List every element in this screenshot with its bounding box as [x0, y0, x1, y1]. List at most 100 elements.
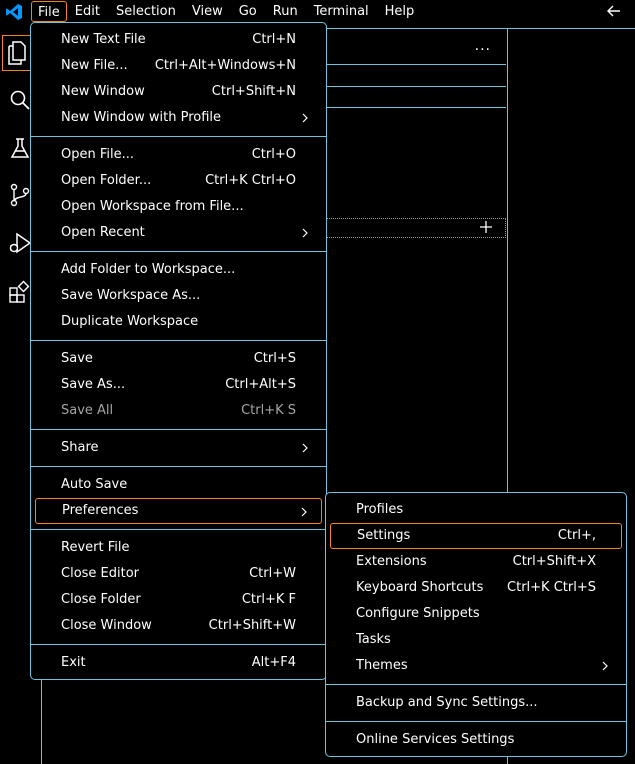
menu-run[interactable]: Run [265, 0, 306, 23]
file-menu-item-share[interactable]: Share [35, 435, 322, 461]
extensions-icon[interactable] [8, 280, 32, 304]
menu-separator [31, 466, 326, 467]
shortcut-label: Ctrl+K Ctrl+O [205, 173, 296, 188]
file-menu-item-duplicate-workspace[interactable]: Duplicate Workspace [35, 309, 322, 335]
menu-item-label: Keyboard Shortcuts [356, 580, 484, 595]
file-menu-item-preferences[interactable]: Preferences [35, 498, 322, 524]
menu-item-label: Save [61, 351, 93, 366]
file-menu-item-open-workspace-from-file[interactable]: Open Workspace from File... [35, 194, 322, 220]
menu-go[interactable]: Go [231, 0, 265, 23]
menu-item-label: Save Workspace As... [61, 288, 201, 303]
menu-separator [31, 136, 326, 137]
preferences-item-settings[interactable]: Settings Ctrl+, [330, 523, 622, 549]
file-menu-item-new-text-file[interactable]: New Text File Ctrl+N [35, 27, 322, 53]
chevron-right-icon [302, 228, 308, 238]
menu-item-label: Preferences [62, 503, 139, 518]
file-menu-item-save-as[interactable]: Save As... Ctrl+Alt+S [35, 372, 322, 398]
file-menu-item-add-folder-to-workspace[interactable]: Add Folder to Workspace... [35, 257, 322, 283]
file-menu-item-save[interactable]: Save Ctrl+S [35, 346, 322, 372]
menu-item-label: Revert File [61, 540, 130, 555]
file-menu-item-open-file[interactable]: Open File... Ctrl+O [35, 142, 322, 168]
shortcut-label: Ctrl+Shift+W [208, 618, 296, 633]
menu-item-label: Save All [61, 403, 114, 418]
shortcut-label: Ctrl+Shift+N [211, 84, 296, 99]
shortcut-label: Ctrl+Alt+Windows+N [154, 58, 296, 73]
file-menu-item-close-editor[interactable]: Close Editor Ctrl+W [35, 561, 322, 587]
shortcut-label: Ctrl+W [249, 566, 296, 581]
preferences-item-tasks[interactable]: Tasks [330, 627, 622, 653]
menu-item-label: New File... [61, 58, 128, 73]
menu-item-label: Add Folder to Workspace... [61, 262, 236, 277]
menu-item-label: Open Workspace from File... [61, 199, 244, 214]
preferences-item-online-services-settings[interactable]: Online Services Settings [330, 727, 622, 753]
file-menu-item-new-file[interactable]: New File... Ctrl+Alt+Windows+N [35, 53, 322, 79]
menu-item-label: Save As... [61, 377, 126, 392]
menu-item-label: Configure Snippets [356, 606, 480, 621]
menu-separator [31, 429, 326, 430]
explorer-icon[interactable] [2, 35, 32, 71]
menu-separator [326, 721, 626, 722]
file-menu-item-new-window-with-profile[interactable]: New Window with Profile [35, 105, 322, 131]
menu-separator [326, 684, 626, 685]
menu-selection[interactable]: Selection [108, 0, 184, 23]
file-menu: New Text File Ctrl+N New File... Ctrl+Alt+W… [30, 22, 327, 680]
file-menu-item-save-workspace-as[interactable]: Save Workspace As... [35, 283, 322, 309]
shortcut-label: Ctrl+Shift+X [512, 554, 596, 569]
menu-item-label: Share [61, 440, 99, 455]
menu-file[interactable]: File [31, 1, 67, 22]
file-menu-item-exit[interactable]: Exit Alt+F4 [35, 650, 322, 676]
chevron-right-icon [302, 443, 308, 453]
preferences-item-keyboard-shortcuts[interactable]: Keyboard Shortcuts Ctrl+K Ctrl+S [330, 575, 622, 601]
shortcut-label: Ctrl+N [252, 32, 296, 47]
menu-item-label: New Text File [61, 32, 146, 47]
file-menu-item-auto-save[interactable]: Auto Save [35, 472, 322, 498]
shortcut-label: Ctrl+K F [241, 592, 296, 607]
menu-item-label: Duplicate Workspace [61, 314, 199, 329]
file-menu-item-save-all[interactable]: Save All Ctrl+K S [35, 398, 322, 424]
menu-item-label: Close Folder [61, 592, 141, 607]
menu-edit[interactable]: Edit [67, 0, 108, 23]
menu-item-label: Open File... [61, 147, 135, 162]
preferences-item-themes[interactable]: Themes [330, 653, 622, 679]
menu-item-label: Themes [356, 658, 408, 673]
menu-item-label: Close Editor [61, 566, 140, 581]
menu-item-label: Open Folder... [61, 173, 152, 188]
menu-separator [31, 529, 326, 530]
file-menu-item-open-folder[interactable]: Open Folder... Ctrl+K Ctrl+O [35, 168, 322, 194]
file-menu-item-new-window[interactable]: New Window Ctrl+Shift+N [35, 79, 322, 105]
chevron-right-icon [301, 507, 307, 517]
menu-bar: File Edit Selection View Go Run Terminal Help [31, 0, 422, 23]
shortcut-label: Ctrl+, [557, 528, 596, 543]
shortcut-label: Alt+F4 [251, 655, 296, 670]
preferences-item-profiles[interactable]: Profiles [330, 497, 622, 523]
file-menu-item-open-recent[interactable]: Open Recent [35, 220, 322, 246]
chevron-right-icon [602, 661, 608, 671]
search-icon[interactable] [8, 88, 32, 112]
preferences-item-extensions[interactable]: Extensions Ctrl+Shift+X [330, 549, 622, 575]
menu-item-label: Auto Save [61, 477, 128, 492]
menu-item-label: Backup and Sync Settings... [356, 695, 538, 710]
menu-terminal[interactable]: Terminal [306, 0, 377, 23]
file-menu-item-close-window[interactable]: Close Window Ctrl+Shift+W [35, 613, 322, 639]
vscode-logo-icon [6, 4, 22, 20]
menu-item-label: Close Window [61, 618, 152, 633]
source-control-icon[interactable] [8, 183, 32, 207]
menu-item-label: Extensions [356, 554, 427, 569]
menu-separator [31, 644, 326, 645]
arrow-left-icon[interactable] [605, 2, 623, 20]
file-menu-item-close-folder[interactable]: Close Folder Ctrl+K F [35, 587, 322, 613]
menu-item-label: New Window [61, 84, 145, 99]
menu-item-label: Settings [357, 528, 411, 543]
preferences-item-configure-snippets[interactable]: Configure Snippets [330, 601, 622, 627]
menu-help[interactable]: Help [377, 0, 423, 23]
file-menu-item-revert-file[interactable]: Revert File [35, 535, 322, 561]
more-actions-button[interactable]: ... [475, 38, 491, 54]
run-debug-icon[interactable] [8, 231, 32, 255]
testing-icon[interactable] [8, 136, 32, 160]
plus-icon[interactable] [479, 220, 493, 234]
menu-view[interactable]: View [184, 0, 231, 23]
preferences-item-backup-and-sync-settings[interactable]: Backup and Sync Settings... [330, 690, 622, 716]
shortcut-label: Ctrl+Alt+S [225, 377, 296, 392]
menu-item-label: Profiles [356, 502, 404, 517]
menu-item-label: Open Recent [61, 225, 145, 240]
